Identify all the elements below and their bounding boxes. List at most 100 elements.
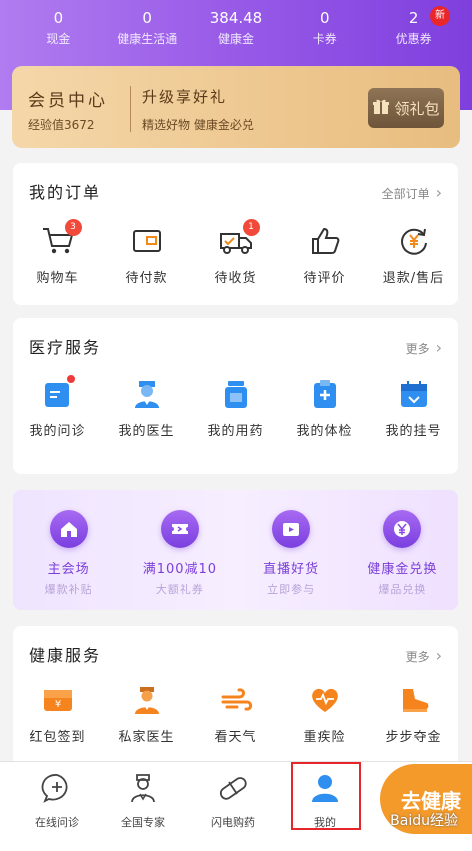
medical-services-card: 医疗服务 更多 › 我的问诊 我的医生 我的用药 我的体检 我的挂号	[13, 318, 458, 474]
tab-label: 在线问诊	[35, 816, 79, 829]
tab-label: 全国专家	[121, 816, 165, 829]
receipt-count-badge: 1	[242, 219, 260, 236]
watermark: Baidu经验	[390, 813, 458, 829]
doctor-icon	[127, 374, 167, 414]
health-red-envelope[interactable]: ¥ 红包签到	[13, 680, 102, 745]
consult-icon	[38, 374, 78, 414]
medical-medicine[interactable]: 我的用药	[191, 374, 280, 439]
all-orders-link[interactable]: 全部订单 ›	[382, 183, 442, 202]
health-label: 红包签到	[29, 730, 86, 745]
user-icon	[309, 772, 341, 808]
promo-sub: 立即参与	[267, 583, 316, 596]
tab-flash-medicine[interactable]: 闪电购药	[198, 772, 268, 830]
pill-icon	[217, 772, 249, 808]
promo-exchange[interactable]: 健康金兑换 爆品兑换	[347, 510, 458, 597]
order-pending-payment[interactable]: 待付款	[102, 221, 191, 286]
order-refund[interactable]: 退款/售后	[369, 221, 458, 286]
stat-health-pass[interactable]: 0 健康生活通	[103, 6, 192, 56]
promo-coupon[interactable]: 满100减10 大额礼券	[124, 510, 235, 597]
upgrade-desc: 精选好物 健康金必兑	[142, 118, 254, 132]
health-services-card: 健康服务 更多 › ¥ 红包签到 私家医生 看天气 重疾险 步步夺金	[13, 626, 458, 776]
orders-title: 我的订单	[29, 183, 102, 202]
vip-experience: 经验值3672	[28, 118, 95, 132]
order-label: 待收货	[214, 271, 257, 286]
order-cart[interactable]: 3 购物车	[13, 219, 102, 286]
stat-health-gold[interactable]: 384.48 健康金	[192, 6, 281, 56]
stat-cards[interactable]: 0 卡券	[280, 6, 369, 56]
ticket-icon	[160, 510, 199, 548]
promo-main-venue[interactable]: 主会场 爆款补贴	[13, 510, 124, 597]
medical-label: 我的挂号	[385, 424, 442, 439]
medicine-icon	[216, 374, 256, 414]
order-label: 退款/售后	[382, 271, 445, 286]
promo-live[interactable]: 直播好货 立即参与	[236, 510, 347, 597]
medical-label: 我的问诊	[29, 424, 86, 439]
red-envelope-icon: ¥	[38, 680, 78, 720]
stat-label: 现金	[46, 32, 71, 46]
wallet-icon	[127, 221, 167, 261]
promo-sub: 爆品兑换	[378, 583, 427, 596]
health-label: 步步夺金	[385, 730, 442, 745]
medical-doctor[interactable]: 我的医生	[102, 374, 191, 439]
medical-registration[interactable]: 我的挂号	[369, 374, 458, 439]
gift-icon	[372, 97, 390, 119]
order-label: 待评价	[303, 271, 346, 286]
health-more-link[interactable]: 更多 ›	[406, 646, 442, 665]
truck-icon: 1	[216, 219, 260, 261]
medical-checkup[interactable]: 我的体检	[280, 374, 369, 439]
more-label: 更多	[405, 650, 430, 664]
promo-sub: 大额礼券	[155, 583, 204, 596]
svg-text:¥: ¥	[54, 699, 60, 710]
orders-card: 我的订单 全部订单 › 3 购物车 待付款 1 待收货 待评价 退款/售后	[13, 163, 458, 305]
medical-label: 我的用药	[207, 424, 264, 439]
promo-sub: 爆款补贴	[44, 583, 93, 596]
promo-label: 健康金兑换	[367, 562, 438, 577]
tab-mine[interactable]: 我的	[290, 772, 360, 830]
shoe-icon	[394, 680, 434, 720]
promotion-card: 主会场 爆款补贴 满100减10 大额礼券 直播好货 立即参与 健康金兑换 爆品…	[13, 490, 458, 610]
upgrade-title: 升级享好礼	[142, 88, 228, 106]
cart-icon: 3	[38, 219, 82, 261]
chevron-right-icon: ›	[435, 183, 442, 202]
heart-insurance-icon	[305, 680, 345, 720]
medical-more-link[interactable]: 更多 ›	[406, 338, 442, 357]
stat-coupons[interactable]: 2 优惠券 新	[369, 6, 458, 56]
weather-icon	[216, 680, 256, 720]
medical-label: 我的医生	[118, 424, 175, 439]
stat-value: 0	[53, 9, 64, 27]
health-label: 私家医生	[118, 730, 175, 745]
claim-gift-button[interactable]: 领礼包	[368, 88, 444, 128]
order-pending-receipt[interactable]: 1 待收货	[191, 219, 280, 286]
medical-consult[interactable]: 我的问诊	[13, 374, 102, 439]
order-label: 购物车	[36, 271, 79, 286]
stat-label: 健康生活通	[117, 32, 178, 46]
bottom-tab-bar: 在线问诊 全国专家 闪电购药 我的 去健康	[0, 761, 472, 851]
stat-value: 384.48	[209, 9, 263, 27]
tab-online-consult[interactable]: 在线问诊	[22, 772, 92, 830]
health-step-gold[interactable]: 步步夺金	[369, 680, 458, 745]
checkup-icon	[305, 374, 345, 414]
thumbs-up-icon	[305, 221, 345, 261]
health-private-doctor[interactable]: 私家医生	[102, 680, 191, 745]
stat-label: 优惠券	[395, 32, 432, 46]
health-weather[interactable]: 看天气	[191, 680, 280, 745]
live-play-icon	[272, 510, 311, 548]
stats-row: 0 现金 0 健康生活通 384.48 健康金 0 卡券 2 优惠券 新	[14, 6, 458, 56]
health-critical-insurance[interactable]: 重疾险	[280, 680, 369, 745]
home-icon	[49, 510, 88, 548]
vip-center-card[interactable]: 会员中心 经验值3672 升级享好礼 精选好物 健康金必兑 领礼包	[12, 66, 460, 148]
promo-label: 满100减10	[142, 562, 218, 577]
health-label: 重疾险	[303, 730, 346, 745]
tab-label: 我的	[314, 816, 336, 829]
stat-cash[interactable]: 0 现金	[14, 6, 103, 56]
stat-label: 卡券	[312, 32, 337, 46]
private-doctor-icon	[127, 680, 167, 720]
tab-national-experts[interactable]: 全国专家	[108, 772, 178, 830]
refund-icon	[394, 221, 434, 261]
stat-label: 健康金	[217, 32, 254, 46]
chevron-right-icon: ›	[435, 338, 442, 357]
unread-dot	[65, 374, 76, 384]
cart-count-badge: 3	[64, 219, 82, 236]
order-pending-review[interactable]: 待评价	[280, 221, 369, 286]
divider	[130, 86, 131, 132]
